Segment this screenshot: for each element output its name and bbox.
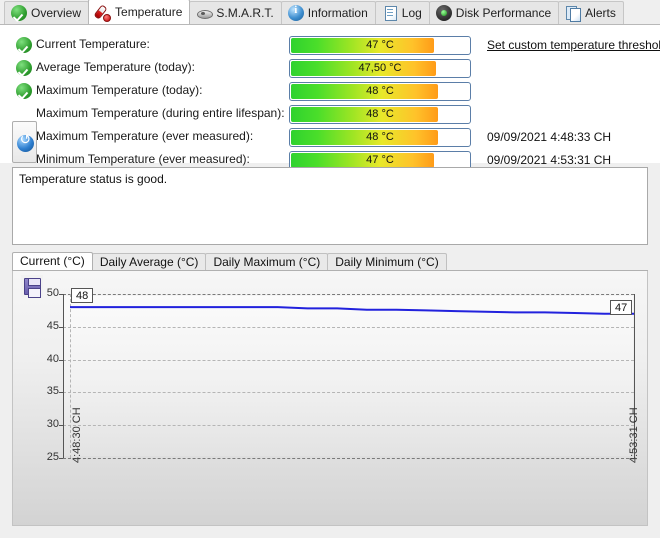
temperature-summary: Current Temperature: 47 °C Set custom te… — [0, 25, 660, 170]
table-row: Average Temperature (today): 47,50 °C — [0, 57, 660, 80]
chart-tab-daily-average[interactable]: Daily Average (°C) — [91, 253, 207, 270]
status-textbox[interactable]: Temperature status is good. — [12, 167, 648, 245]
row-timestamp: 09/09/2021 4:48:33 CH — [487, 130, 612, 144]
status-text: Temperature status is good. — [19, 172, 168, 186]
tab-disk-performance[interactable]: Disk Performance — [428, 1, 560, 24]
temperature-bar: 48 °C — [289, 82, 471, 101]
row-label: Maximum Temperature (ever measured): — [36, 129, 254, 143]
check-circle-icon — [11, 5, 27, 21]
table-row: Maximum Temperature (ever measured): 48 … — [0, 126, 660, 149]
tab-overview[interactable]: Overview — [4, 1, 90, 24]
set-custom-threshold-link[interactable]: Set custom temperature threshold — [487, 38, 660, 52]
chart-tab-label: Current (°C) — [20, 254, 85, 268]
table-row: Current Temperature: 47 °C Set custom te… — [0, 34, 660, 57]
bar-value: 48 °C — [366, 85, 394, 97]
table-row: Maximum Temperature (today): 48 °C — [0, 80, 660, 103]
check-circle-icon — [16, 60, 32, 76]
bar-value: 47 °C — [366, 39, 394, 51]
information-icon — [287, 4, 304, 21]
temperature-bar: 48 °C — [289, 105, 471, 124]
disk-platter-icon — [196, 5, 214, 21]
tab-label: S.M.A.R.T. — [216, 6, 274, 20]
bar-value: 47,50 °C — [358, 62, 402, 74]
y-axis-tick-label: 45 — [46, 319, 59, 332]
check-circle-icon — [16, 83, 32, 99]
bar-value: 48 °C — [366, 108, 394, 120]
row-label: Current Temperature: — [36, 37, 150, 51]
row-label: Minimum Temperature (ever measured): — [36, 152, 250, 166]
chart-tab-daily-maximum[interactable]: Daily Maximum (°C) — [205, 253, 329, 270]
temperature-bar: 47 °C — [289, 151, 471, 170]
y-axis-tick-label: 35 — [46, 385, 59, 398]
tab-label: Information — [307, 6, 368, 20]
main-tab-bar: Overview Temperature S.M.A.R.T. Informat… — [0, 0, 660, 25]
gridline — [63, 458, 634, 459]
chart-tab-current[interactable]: Current (°C) — [12, 252, 93, 270]
tab-information[interactable]: Information — [280, 1, 376, 24]
temperature-bar: 47 °C — [289, 36, 471, 55]
row-timestamp: 09/09/2021 4:53:31 CH — [487, 153, 612, 167]
row-label: Maximum Temperature (during entire lifes… — [36, 106, 285, 120]
temperature-chart: 25 30 35 40 45 50 48 47 4:48:30 CH 4:53:31 CH — [12, 271, 648, 526]
gauge-icon — [435, 5, 452, 21]
temperature-bar: 48 °C — [289, 128, 471, 147]
tab-label: Alerts — [585, 6, 616, 20]
y-axis-tick-label: 40 — [46, 352, 59, 365]
temperature-bar: 47,50 °C — [289, 59, 471, 78]
bar-value: 47 °C — [366, 154, 394, 166]
x-axis-label-start: 4:48:30 CH — [71, 407, 83, 463]
y-axis-tick-label: 30 — [46, 418, 59, 431]
x-axis-label-end: 4:53:31 CH — [628, 407, 640, 463]
chart-tab-label: Daily Minimum (°C) — [335, 255, 439, 269]
tab-alerts[interactable]: Alerts — [558, 1, 624, 24]
tab-label: Temperature — [115, 5, 183, 19]
tab-temperature[interactable]: Temperature — [88, 0, 191, 24]
document-icon — [382, 5, 398, 21]
row-label: Average Temperature (today): — [36, 60, 195, 74]
row-label: Maximum Temperature (today): — [36, 83, 203, 97]
series-polyline — [70, 307, 634, 314]
tab-smart[interactable]: S.M.A.R.T. — [189, 1, 282, 24]
copy-pages-icon — [565, 5, 582, 22]
series-current-temperature — [63, 294, 635, 458]
table-row: Maximum Temperature (during entire lifes… — [0, 103, 660, 126]
chart-tab-daily-minimum[interactable]: Daily Minimum (°C) — [327, 253, 447, 270]
tab-label: Log — [401, 6, 422, 20]
bar-value: 48 °C — [366, 131, 394, 143]
chart-tab-label: Daily Average (°C) — [99, 255, 199, 269]
chart-tab-bar: Current (°C) Daily Average (°C) Daily Ma… — [12, 252, 648, 271]
tab-log[interactable]: Log — [374, 1, 430, 24]
y-axis-tick-label: 25 — [46, 451, 59, 463]
y-axis-tick-mark — [59, 458, 63, 459]
end-value-callout: 47 — [610, 300, 633, 315]
y-axis-tick-label: 50 — [46, 287, 59, 299]
chart-tab-label: Daily Maximum (°C) — [213, 255, 321, 269]
tab-label: Disk Performance — [455, 6, 552, 20]
temperature-panel: Overview Temperature S.M.A.R.T. Informat… — [0, 0, 660, 538]
start-value-callout: 48 — [71, 288, 94, 303]
tab-label: Overview — [31, 6, 82, 20]
thermometer-icon — [95, 4, 112, 22]
check-circle-icon — [16, 37, 32, 53]
